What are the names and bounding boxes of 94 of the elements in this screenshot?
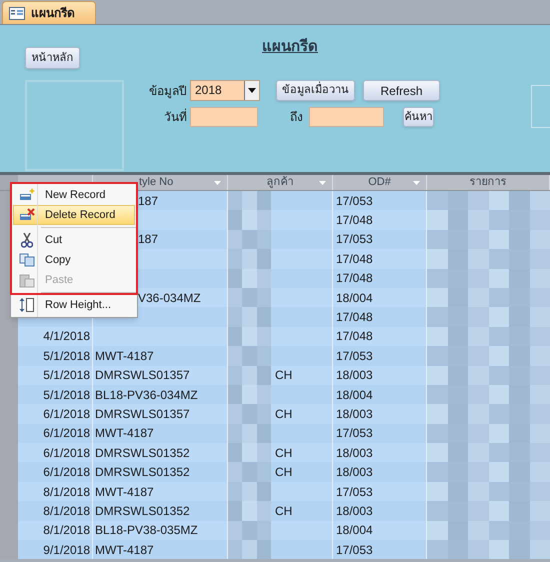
document-tab[interactable]: แผนกรีด [2, 1, 96, 24]
to-label: ถึง [290, 109, 304, 126]
table-cell-text: 8/1/2018 [43, 502, 90, 520]
dropdown-caret-icon [248, 88, 256, 93]
table-cell-text: 17/053 [336, 484, 373, 501]
yesterday-button[interactable]: ข้อมูลเมื่อวาน [276, 80, 355, 101]
pixelated-block [228, 288, 271, 308]
delete-record-icon [19, 208, 35, 222]
column-header[interactable]: tyle No [139, 174, 174, 191]
pixelated-block [228, 501, 271, 521]
year-dropdown[interactable]: 2018 [190, 80, 260, 101]
table-cell-text: CH [275, 406, 292, 423]
table-cell-text: 6/1/2018 [43, 406, 90, 423]
table-cell-text: CH [275, 502, 292, 520]
column-header[interactable]: OD# [368, 174, 391, 191]
table-cell-text: BL18-PV38-035MZ [95, 522, 198, 540]
column-header[interactable]: ลูกค้า [266, 174, 294, 191]
table-cell-text: DMRSWLS01357 [95, 367, 190, 384]
table-cell-text: 187 [138, 192, 158, 210]
table-cell-text: 18/003 [336, 502, 373, 520]
table-cell-text: DMRSWLS01352 [95, 502, 190, 520]
table-cell-text: 8/1/2018 [43, 484, 90, 501]
table-cell-text: 17/053 [336, 348, 373, 365]
table-cell-text: 9/1/2018 [43, 542, 90, 559]
column-header[interactable]: รายการ [470, 174, 506, 191]
table-cell-text: DMRSWLS01357 [95, 406, 190, 423]
table-cell-text: 17/053 [336, 542, 373, 559]
menu-item[interactable]: Copy [13, 250, 135, 270]
table-cell-text: 17/048 [336, 212, 373, 230]
table-cell-text: 8/1/2018 [43, 522, 90, 540]
row-height-icon [19, 297, 35, 313]
refresh-button[interactable]: Refresh [363, 80, 440, 101]
filter-arrow-icon[interactable] [413, 181, 420, 185]
table-cell-text: MWT-4187 [95, 425, 154, 442]
table-cell-text: V36-034MZ [138, 290, 201, 307]
table-cell-text: 17/048 [336, 309, 373, 326]
menu-item[interactable]: New Record [13, 185, 135, 205]
menu-item[interactable]: Cut [13, 230, 135, 250]
table-cell-text: 5/1/2018 [43, 348, 90, 365]
pixelated-block [228, 366, 271, 385]
table-cell-text: 18/003 [336, 406, 373, 423]
table-cell-text: BL18-PV36-034MZ [95, 386, 198, 404]
table-cell-text: 6/1/2018 [43, 464, 90, 482]
menu-item[interactable]: Delete Record [13, 205, 135, 225]
form-icon [9, 6, 25, 20]
pixelated-block [228, 462, 271, 482]
menu-item[interactable]: Row Height... [13, 295, 135, 315]
table-cell-text: 18/004 [336, 290, 373, 307]
pixelated-block [228, 482, 271, 502]
filter-arrow-icon[interactable] [319, 181, 326, 185]
table-cell-text: CH [275, 367, 292, 384]
table-cell-text: 6/1/2018 [43, 425, 90, 442]
table-cell-text: 17/053 [336, 425, 373, 442]
table-cell-text: 5/1/2018 [43, 367, 90, 384]
table-cell-text: 18/003 [336, 444, 373, 462]
table-cell-text: MWT-4187 [95, 484, 154, 501]
table-cell-text: MWT-4187 [95, 348, 154, 365]
table-cell-text: 17/053 [336, 192, 373, 210]
date-from-field[interactable] [190, 107, 258, 127]
table-cell-text: 17/048 [336, 328, 373, 346]
table-cell-text: DMRSWLS01352 [95, 464, 190, 482]
table-cell-text: 18/003 [336, 464, 373, 482]
table-cell-text: 4/1/2018 [43, 328, 90, 346]
table-cell-text: CH [275, 444, 292, 462]
table-cell-text: 18/003 [336, 367, 373, 384]
pixelated-block [228, 230, 271, 250]
pixelated-block [228, 384, 271, 404]
table-cell-text: DMRSWLS01352 [95, 444, 190, 462]
table-cell-text: 18/004 [336, 522, 373, 540]
table-cell-text: 17/053 [336, 231, 373, 248]
date-label: วันที่ [163, 108, 187, 126]
year-label: ข้อมูลปี [148, 82, 187, 100]
filter-arrow-icon[interactable] [214, 181, 221, 185]
table-cell-text: 17/048 [336, 270, 373, 288]
paste-icon [19, 272, 35, 288]
table-cell-text: 187 [138, 231, 158, 248]
home-button[interactable]: หน้าหลัก [25, 47, 80, 69]
pixelated-block [228, 346, 271, 366]
table-cell-text: CH [275, 464, 292, 482]
table-cell-text: 5/1/2018 [43, 386, 90, 404]
new-record-icon [19, 188, 35, 202]
scissors-icon [21, 232, 33, 248]
pixelated-block [228, 249, 271, 269]
table-cell-text: 18/004 [336, 386, 373, 404]
pixelated-block [228, 520, 271, 540]
form-title: แผนกรีด [262, 37, 318, 57]
pixelated-block [228, 404, 271, 424]
pixelated-block [228, 268, 271, 288]
search-button[interactable]: ค้นหา [403, 107, 434, 127]
date-to-field[interactable] [309, 107, 384, 127]
table-cell-text: MWT-4187 [95, 542, 154, 559]
copy-icon [19, 253, 35, 267]
table-cell-text: 17/048 [336, 250, 373, 268]
table-cell-text: 6/1/2018 [43, 444, 90, 462]
